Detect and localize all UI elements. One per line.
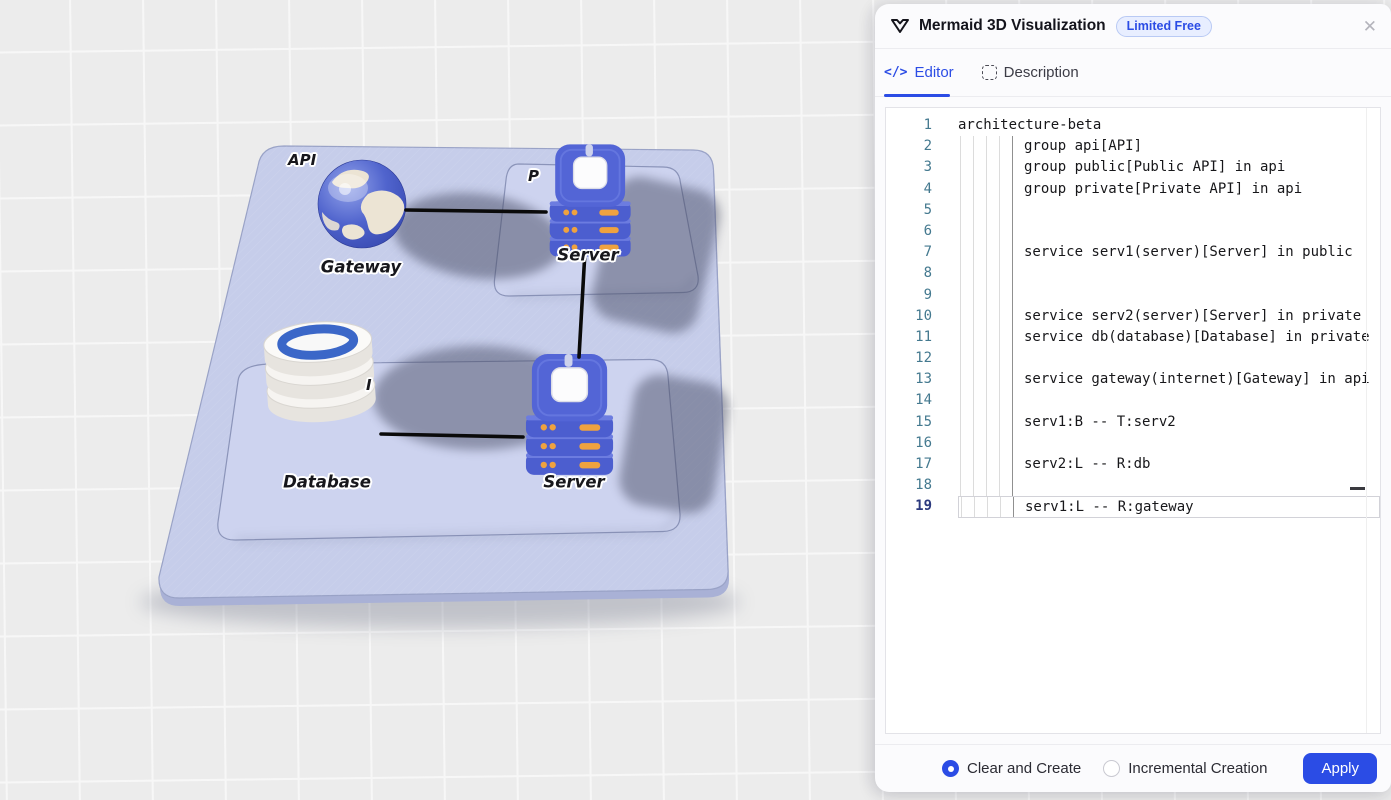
code-line[interactable]: 9: [886, 285, 1380, 306]
line-number: 18: [886, 475, 932, 496]
code-line[interactable]: 17 serv2:L -- R:db: [886, 454, 1380, 475]
group-private-label-fragment: I: [366, 376, 372, 394]
group-public-label-fragment: P: [528, 167, 539, 185]
private-server-node-label: Server: [543, 473, 604, 492]
line-number: 1: [886, 115, 932, 136]
code-editor[interactable]: 1 architecture-beta 2 group api[API] 3 grou…: [885, 107, 1381, 734]
gateway-node-label: Gateway: [321, 258, 401, 277]
server-icon-public[interactable]: [550, 144, 631, 256]
public-server-node-label: Server: [557, 246, 618, 265]
line-text: architecture-beta: [958, 115, 1380, 136]
line-number: 8: [886, 263, 932, 284]
panel-header: Mermaid 3D Visualization Limited Free ✕: [875, 4, 1391, 49]
code-line[interactable]: 4 group private[Private API] in api: [886, 179, 1380, 200]
line-number: 7: [886, 242, 932, 263]
line-number: 11: [886, 327, 932, 348]
server-icon-private[interactable]: [526, 354, 613, 475]
line-text: serv2:L -- R:db: [958, 454, 1380, 475]
line-number: 5: [886, 200, 932, 221]
database-node-label: Database: [283, 473, 371, 492]
globe-icon[interactable]: [318, 160, 406, 248]
panel-footer: Clear and Create Incremental Creation Ap…: [875, 744, 1391, 792]
line-number: 15: [886, 412, 932, 433]
code-line[interactable]: 1 architecture-beta: [886, 115, 1380, 136]
code-line-active[interactable]: 19 serv1:L -- R:gateway: [886, 496, 1380, 517]
line-text: [958, 433, 1380, 454]
line-number: 17: [886, 454, 932, 475]
radio-incremental-creation[interactable]: Incremental Creation: [1103, 760, 1267, 777]
tab-description-label: Description: [1004, 64, 1079, 81]
code-line[interactable]: 5: [886, 200, 1380, 221]
line-number: 16: [886, 433, 932, 454]
close-icon[interactable]: ✕: [1363, 18, 1377, 35]
panel-body: 1 architecture-beta 2 group api[API] 3 grou…: [875, 97, 1391, 744]
code-line[interactable]: 15 serv1:B -- T:serv2: [886, 412, 1380, 433]
line-text: [958, 263, 1380, 284]
line-text: group api[API]: [958, 136, 1380, 157]
line-number: 10: [886, 306, 932, 327]
panel-title: Mermaid 3D Visualization: [919, 17, 1106, 35]
line-text: [958, 221, 1380, 242]
line-number: 12: [886, 348, 932, 369]
code-line[interactable]: 7 service serv1(server)[Server] in public: [886, 242, 1380, 263]
line-text: group public[Public API] in api: [958, 157, 1380, 178]
line-number: 6: [886, 221, 932, 242]
mermaid-logo-icon: [889, 15, 911, 37]
code-line[interactable]: 16: [886, 433, 1380, 454]
mermaid-panel: Mermaid 3D Visualization Limited Free ✕ …: [875, 4, 1391, 792]
line-number: 2: [886, 136, 932, 157]
line-text: service db(database)[Database] in privat…: [958, 327, 1380, 348]
selection-icon: [982, 65, 997, 80]
line-number: 9: [886, 285, 932, 306]
group-api-label: API: [288, 151, 316, 169]
panel-tabs: </> Editor Description: [875, 49, 1391, 97]
database-icon[interactable]: [262, 318, 377, 425]
edge-gateway-server: [406, 210, 546, 212]
code-line[interactable]: 3 group public[Public API] in api: [886, 157, 1380, 178]
code-line[interactable]: 8: [886, 263, 1380, 284]
line-text: [958, 348, 1380, 369]
line-text: service gateway(internet)[Gateway] in ap…: [958, 369, 1380, 390]
radio-unselected-icon[interactable]: [1103, 760, 1120, 777]
code-line[interactable]: 10 service serv2(server)[Server] in priva…: [886, 306, 1380, 327]
tab-editor-label: Editor: [914, 64, 953, 81]
code-icon: </>: [884, 65, 907, 80]
line-text: [958, 475, 1380, 496]
architecture-3d-scene: [0, 0, 875, 800]
code-line[interactable]: 18: [886, 475, 1380, 496]
code-line[interactable]: 14: [886, 390, 1380, 411]
line-number: 3: [886, 157, 932, 178]
line-number: 19: [886, 496, 932, 517]
code-line[interactable]: 6: [886, 221, 1380, 242]
tab-description[interactable]: Description: [982, 64, 1079, 81]
radio-clear-and-create[interactable]: Clear and Create: [942, 760, 1081, 777]
tab-editor[interactable]: </> Editor: [884, 64, 954, 81]
line-number: 14: [886, 390, 932, 411]
line-number: 4: [886, 179, 932, 200]
limited-free-badge: Limited Free: [1116, 16, 1212, 37]
active-tab-underline: [884, 94, 950, 97]
code-line[interactable]: 11 service db(database)[Database] in priv…: [886, 327, 1380, 348]
clear-and-create-label: Clear and Create: [967, 760, 1081, 777]
line-text: group private[Private API] in api: [958, 179, 1380, 200]
radio-selected-icon[interactable]: [942, 760, 959, 777]
text-cursor: [1350, 487, 1365, 490]
line-text: [958, 390, 1380, 411]
code-line[interactable]: 12: [886, 348, 1380, 369]
line-text: service serv2(server)[Server] in private: [958, 306, 1380, 327]
code-line[interactable]: 2 group api[API]: [886, 136, 1380, 157]
line-number: 13: [886, 369, 932, 390]
apply-button[interactable]: Apply: [1303, 753, 1377, 784]
line-text: service serv1(server)[Server] in public: [958, 242, 1380, 263]
line-text: serv1:B -- T:serv2: [958, 412, 1380, 433]
incremental-creation-label: Incremental Creation: [1128, 760, 1267, 777]
line-text: [958, 285, 1380, 306]
code-line[interactable]: 13 service gateway(internet)[Gateway] in …: [886, 369, 1380, 390]
line-text: serv1:L -- R:gateway: [958, 496, 1380, 517]
line-text: [958, 200, 1380, 221]
